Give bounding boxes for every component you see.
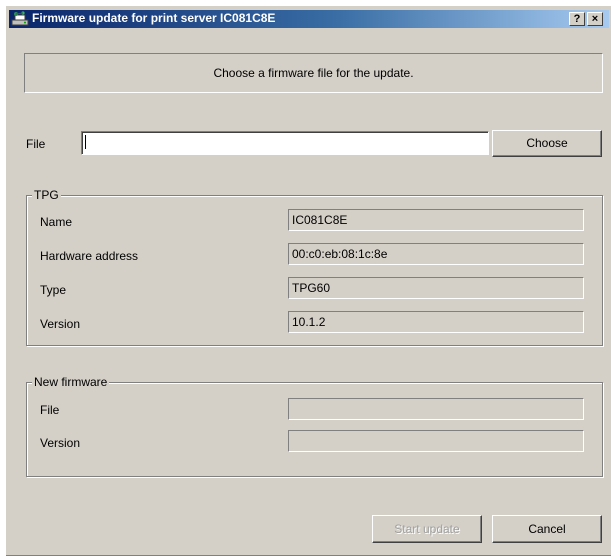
close-icon: × <box>591 13 599 25</box>
new-firmware-group-legend: New firmware <box>32 375 110 389</box>
close-button[interactable]: × <box>587 12 603 26</box>
help-icon: ? <box>573 13 581 25</box>
tpg-version-field: 10.1.2 <box>288 311 584 333</box>
cancel-button-label: Cancel <box>528 522 566 536</box>
network-printer-icon <box>11 11 29 27</box>
tpg-type-value: TPG60 <box>292 281 331 295</box>
tpg-type-field: TPG60 <box>288 277 584 299</box>
tpg-version-label: Version <box>40 317 81 331</box>
tpg-hardware-address-value: 00:c0:eb:08:1c:8e <box>292 247 388 261</box>
choose-button-label: Choose <box>526 136 568 150</box>
new-firmware-file-label: File <box>40 403 60 417</box>
file-label: File <box>26 137 46 151</box>
start-update-button[interactable]: Start update <box>372 515 482 543</box>
tpg-hardware-address-label: Hardware address <box>40 249 139 263</box>
tpg-name-label: Name <box>40 215 73 229</box>
info-message: Choose a firmware file for the update. <box>213 66 414 80</box>
new-firmware-version-label: Version <box>40 436 81 450</box>
tpg-version-value: 10.1.2 <box>292 315 326 329</box>
cancel-button[interactable]: Cancel <box>492 515 602 543</box>
window-title: Firmware update for print server IC081C8… <box>32 11 276 25</box>
start-update-button-label: Start update <box>394 522 460 536</box>
help-button[interactable]: ? <box>569 12 585 26</box>
firmware-update-dialog: Firmware update for print server IC081C8… <box>5 5 611 556</box>
tpg-name-value: IC081C8E <box>292 213 348 227</box>
new-firmware-version-field <box>288 430 584 452</box>
tpg-group-legend: TPG <box>32 188 61 202</box>
tpg-hardware-address-field: 00:c0:eb:08:1c:8e <box>288 243 584 265</box>
info-panel: Choose a firmware file for the update. <box>24 53 603 93</box>
text-caret <box>85 135 86 149</box>
tpg-type-label: Type <box>40 283 67 297</box>
tpg-name-field: IC081C8E <box>288 209 584 231</box>
choose-button[interactable]: Choose <box>492 130 602 157</box>
title-bar[interactable]: Firmware update for print server IC081C8… <box>9 10 609 28</box>
new-firmware-file-field <box>288 398 584 420</box>
file-path-input[interactable] <box>81 131 489 155</box>
